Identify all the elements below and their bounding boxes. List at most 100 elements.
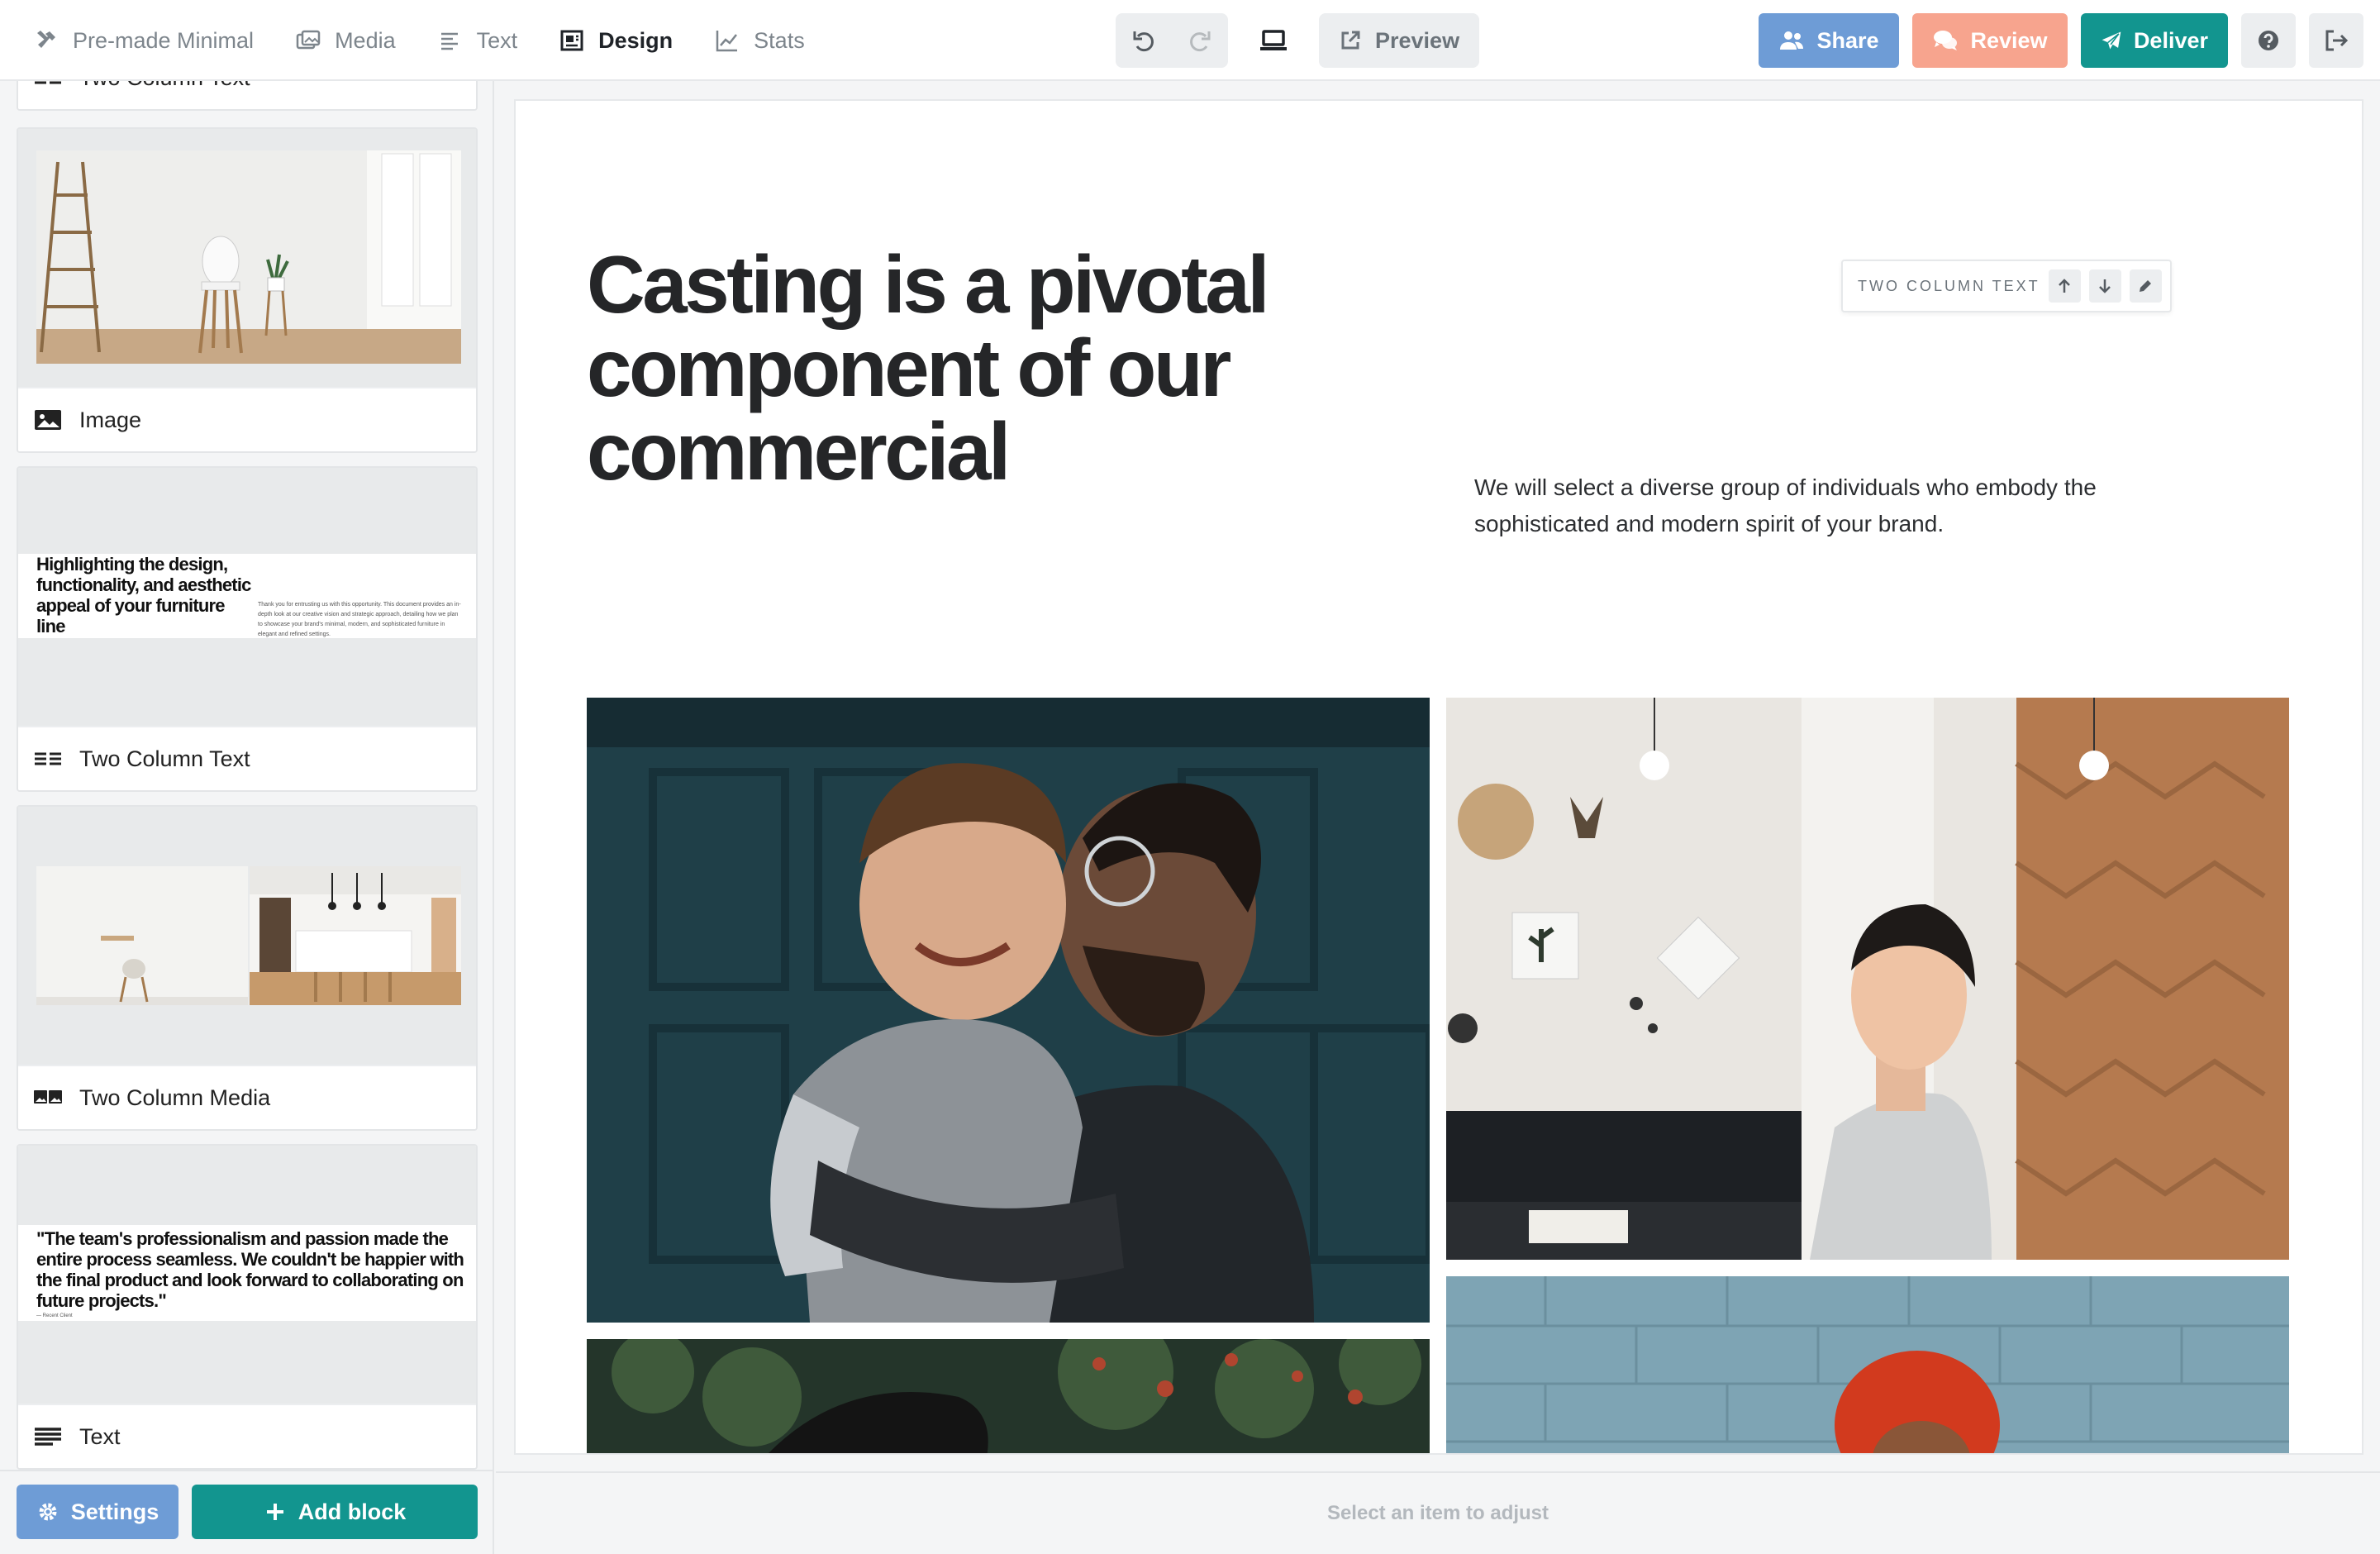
block-card-label: Two Column Media: [18, 1065, 476, 1129]
block-card-text[interactable]: "The team's professionalism and passion …: [17, 1144, 478, 1470]
block-card-label-text: Image: [79, 407, 142, 432]
paper-plane-icon: [2102, 31, 2121, 50]
top-bar: Pre-made Minimal Media Text Design Stats: [0, 0, 2380, 81]
image-icon: [35, 410, 61, 430]
block-thumbnail: "The team's professionalism and passion …: [18, 1146, 476, 1405]
nav-label: Stats: [754, 27, 805, 53]
nav-item-media[interactable]: Media: [295, 27, 396, 54]
exit-button[interactable]: [2309, 13, 2363, 68]
text-block-icon: [35, 1428, 61, 1446]
undo-button[interactable]: [1116, 13, 1172, 68]
desktop-view-button[interactable]: [1246, 13, 1301, 68]
photo-man-in-cafe[interactable]: [1446, 698, 2289, 1260]
block-card-label-text: Two Column Text: [79, 81, 250, 91]
block-thumbnail: Highlighting the design, functionality, …: [18, 468, 476, 727]
arrow-down-icon: [2099, 279, 2111, 293]
two-rooms-thumbnail-image: [18, 807, 476, 1066]
redo-button[interactable]: [1172, 13, 1228, 68]
nav-item-design[interactable]: Design: [559, 27, 673, 54]
media-icon: [296, 30, 321, 50]
review-label: Review: [1970, 27, 2048, 53]
block-card-label: Two Column Text: [18, 81, 476, 109]
text-icon: [440, 32, 458, 50]
nav-label: Pre-made Minimal: [73, 27, 255, 53]
room-thumbnail-image: [18, 129, 476, 388]
pencil-icon: [2140, 280, 2152, 292]
section-body-text[interactable]: We will select a diverse group of indivi…: [1474, 470, 2218, 542]
block-card-label-text: Two Column Text: [79, 746, 250, 771]
main-nav: Pre-made Minimal Media Text Design Stats: [33, 0, 805, 81]
undo-icon: [1133, 31, 1154, 52]
nav-label: Media: [335, 27, 396, 53]
block-card-label-text: Two Column Media: [79, 1084, 271, 1110]
move-block-down-button[interactable]: [2088, 269, 2121, 303]
nav-item-stats[interactable]: Stats: [714, 27, 805, 54]
section-headline[interactable]: Casting is a pivotal component of our co…: [587, 243, 1330, 493]
settings-button[interactable]: Settings: [17, 1485, 178, 1539]
nav-item-premade-minimal[interactable]: Pre-made Minimal: [33, 27, 254, 54]
deliver-label: Deliver: [2133, 27, 2208, 53]
add-block-label: Add block: [298, 1499, 407, 1524]
block-toolbar: TWO COLUMN TEXT: [1841, 260, 2172, 312]
block-card-label: Two Column Text: [18, 726, 476, 790]
preview-button[interactable]: Preview: [1319, 13, 1480, 68]
photo-father-and-child[interactable]: [587, 698, 1430, 1323]
thumbnail-text-strip: "The team's professionalism and passion …: [18, 1225, 476, 1321]
review-button[interactable]: Review: [1912, 13, 2068, 68]
nav-label: Text: [476, 27, 518, 53]
thumbnail-quote: "The team's professionalism and passion …: [36, 1228, 464, 1311]
redo-icon: [1190, 31, 1211, 52]
move-block-up-button[interactable]: [2048, 269, 2081, 303]
sign-out-icon: [2325, 30, 2349, 51]
edit-block-button[interactable]: [2129, 269, 2162, 303]
block-card-label: Image: [18, 387, 476, 451]
header-actions: Share Review Deliver: [1759, 13, 2363, 68]
editor-canvas: Casting is a pivotal component of our co…: [496, 81, 2380, 1471]
design-icon: [560, 30, 583, 51]
stats-icon: [716, 31, 738, 52]
block-card-two-column-text-partial[interactable]: Two Column Text: [17, 81, 478, 111]
laptop-icon: [1260, 30, 1287, 50]
woman-blue-wall-image: [1446, 1276, 2289, 1453]
block-library-sidebar: Two Column Text: [0, 81, 494, 1554]
comments-icon: [1934, 31, 1958, 50]
nav-label: Design: [598, 27, 674, 53]
two-column-text-icon: [35, 752, 61, 765]
thumbnail-attribution: — Recent Client: [36, 1313, 73, 1318]
inspector-status-bar: Select an item to adjust: [496, 1471, 2380, 1554]
deliver-button[interactable]: Deliver: [2081, 13, 2228, 68]
add-block-button[interactable]: Add block: [192, 1485, 478, 1539]
thumbnail-body: Thank you for entrusting us with this op…: [258, 602, 461, 637]
photo-person-in-greenery[interactable]: [587, 1339, 1430, 1453]
status-message: Select an item to adjust: [1326, 1502, 1549, 1524]
block-card-label: Text: [18, 1404, 476, 1468]
two-column-text-icon: [35, 81, 61, 84]
nav-item-text[interactable]: Text: [437, 27, 518, 54]
man-in-cafe-image: [1446, 698, 2289, 1260]
block-thumbnail: [18, 807, 476, 1066]
share-label: Share: [1816, 27, 1879, 53]
editor-tools: Preview: [1116, 13, 1480, 68]
block-type-label: TWO COLUMN TEXT: [1858, 277, 2040, 294]
greenery-image: [587, 1339, 1430, 1453]
photo-woman-blue-wall[interactable]: [1446, 1276, 2289, 1453]
block-card-image[interactable]: Image: [17, 127, 478, 453]
block-thumbnail: [18, 129, 476, 388]
arrow-up-icon: [2059, 279, 2071, 293]
external-link-icon: [1341, 31, 1360, 50]
thumbnail-heading: Highlighting the design, functionality, …: [36, 554, 251, 636]
settings-label: Settings: [70, 1499, 159, 1524]
block-card-two-column-media[interactable]: Two Column Media: [17, 805, 478, 1131]
block-card-two-column-text[interactable]: Highlighting the design, functionality, …: [17, 466, 478, 792]
tools-icon: [37, 31, 55, 48]
gear-icon: [39, 1503, 57, 1521]
users-icon: [1780, 31, 1804, 50]
share-button[interactable]: Share: [1759, 13, 1899, 68]
help-icon: [2259, 31, 2278, 50]
history-group: [1116, 13, 1228, 68]
thumbnail-text-strip: Highlighting the design, functionality, …: [18, 554, 476, 638]
help-button[interactable]: [2241, 13, 2296, 68]
father-and-child-image: [587, 698, 1430, 1323]
page-preview: Casting is a pivotal component of our co…: [514, 99, 2363, 1455]
two-column-media-icon: [34, 1090, 62, 1104]
